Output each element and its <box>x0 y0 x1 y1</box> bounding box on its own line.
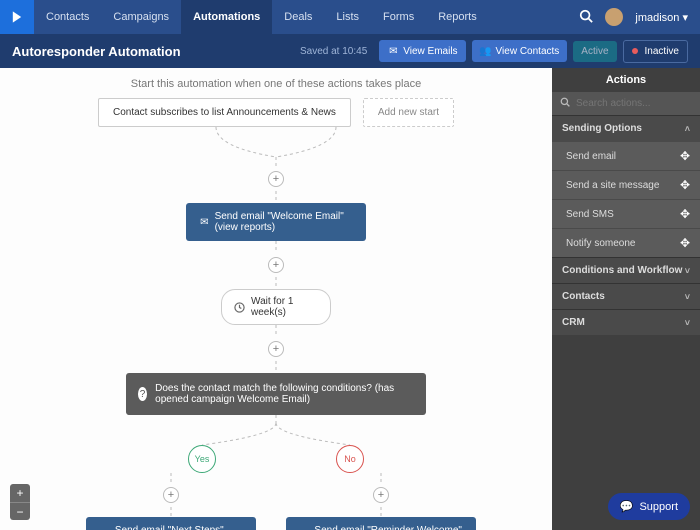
nav-automations[interactable]: Automations <box>181 0 272 34</box>
nav-lists[interactable]: Lists <box>324 0 371 34</box>
view-emails-button[interactable]: ✉ View Emails <box>379 40 465 62</box>
section-contacts[interactable]: Contacts˅ <box>552 283 700 309</box>
plus-icon: ✥ <box>680 207 690 221</box>
yes-branch[interactable]: Yes <box>188 445 216 473</box>
search-input[interactable] <box>576 98 692 109</box>
chevron-down-icon: ˅ <box>685 292 690 302</box>
action-send-email[interactable]: Send email✥ <box>552 141 700 170</box>
no-branch[interactable]: No <box>336 445 364 473</box>
people-icon: 👥 <box>480 45 492 57</box>
sidebar-title: Actions <box>552 68 700 92</box>
connector <box>275 361 277 373</box>
nav-forms[interactable]: Forms <box>371 0 426 34</box>
start-hint: Start this automation when one of these … <box>0 78 552 90</box>
connector <box>380 507 382 517</box>
logo[interactable] <box>0 0 34 34</box>
plus-icon: ✥ <box>680 236 690 250</box>
nav-reports[interactable]: Reports <box>426 0 489 34</box>
add-step-button[interactable]: + <box>163 487 179 503</box>
status-active-button[interactable]: Active <box>573 41 616 62</box>
add-step-button[interactable]: + <box>268 257 284 273</box>
search-icon <box>560 97 570 110</box>
action-send-sms[interactable]: Send SMS✥ <box>552 199 700 228</box>
nav-contacts[interactable]: Contacts <box>34 0 101 34</box>
connector <box>275 325 277 337</box>
envelope-icon: ✉ <box>200 216 209 228</box>
connector <box>170 507 172 517</box>
sub-header: Autoresponder Automation Saved at 10:45 … <box>0 34 700 68</box>
username[interactable]: jmadison ▾ <box>635 11 688 24</box>
plus-icon: ✥ <box>680 178 690 192</box>
section-crm[interactable]: CRM˅ <box>552 309 700 335</box>
connector <box>380 473 382 483</box>
actions-sidebar: Actions Sending Options˄ Send email✥ Sen… <box>552 68 700 530</box>
top-nav: Contacts Campaigns Automations Deals Lis… <box>0 0 700 34</box>
status-inactive-button[interactable]: Inactive <box>623 40 688 63</box>
condition-node[interactable]: ? Does the contact match the following c… <box>126 373 426 415</box>
chevron-down-icon: ˅ <box>685 318 690 328</box>
nav-campaigns[interactable]: Campaigns <box>101 0 181 34</box>
add-step-button[interactable]: + <box>268 341 284 357</box>
chevron-up-icon: ˄ <box>685 124 690 134</box>
action-notify-someone[interactable]: Notify someone✥ <box>552 228 700 257</box>
connector <box>275 191 277 203</box>
plus-icon: ✥ <box>680 149 690 163</box>
connector <box>170 473 172 483</box>
connector <box>275 241 277 253</box>
wait-node[interactable]: Wait for 1 week(s) <box>221 289 331 325</box>
chat-icon: 💬 <box>620 500 634 513</box>
send-email-node-no[interactable]: ✉ Send email "Reminder Welcome" (view re… <box>286 517 476 530</box>
clock-icon <box>234 301 245 313</box>
add-step-button[interactable]: + <box>268 171 284 187</box>
main-nav: Contacts Campaigns Automations Deals Lis… <box>34 0 489 34</box>
automation-canvas[interactable]: Start this automation when one of these … <box>0 68 552 530</box>
send-email-node-yes[interactable]: ✉ Send email "Next Steps" (view reports) <box>86 517 256 530</box>
section-sending[interactable]: Sending Options˄ <box>552 115 700 141</box>
support-button[interactable]: 💬 Support <box>608 493 690 520</box>
send-email-node-1[interactable]: ✉ Send email "Welcome Email" (view repor… <box>186 203 366 241</box>
nav-deals[interactable]: Deals <box>272 0 324 34</box>
question-icon: ? <box>138 387 147 401</box>
page-title: Autoresponder Automation <box>12 44 181 59</box>
add-step-button[interactable]: + <box>373 487 389 503</box>
sidebar-search[interactable] <box>552 92 700 115</box>
envelope-icon: ✉ <box>387 45 399 57</box>
add-start-button[interactable]: Add new start <box>363 98 454 127</box>
avatar[interactable] <box>605 8 623 26</box>
saved-timestamp: Saved at 10:45 <box>300 46 367 57</box>
trigger-node[interactable]: Contact subscribes to list Announcements… <box>98 98 351 127</box>
search-icon[interactable] <box>579 9 593 26</box>
zoom-out-button[interactable]: − <box>10 502 30 520</box>
chevron-down-icon: ˅ <box>685 266 690 276</box>
section-conditions[interactable]: Conditions and Workflow˅ <box>552 257 700 283</box>
view-contacts-button[interactable]: 👥 View Contacts <box>472 40 568 62</box>
connector <box>176 127 376 167</box>
connector <box>275 277 277 289</box>
zoom-control: + − <box>10 484 30 520</box>
action-send-site-message[interactable]: Send a site message✥ <box>552 170 700 199</box>
zoom-in-button[interactable]: + <box>10 484 30 502</box>
branch-connector <box>176 415 376 445</box>
